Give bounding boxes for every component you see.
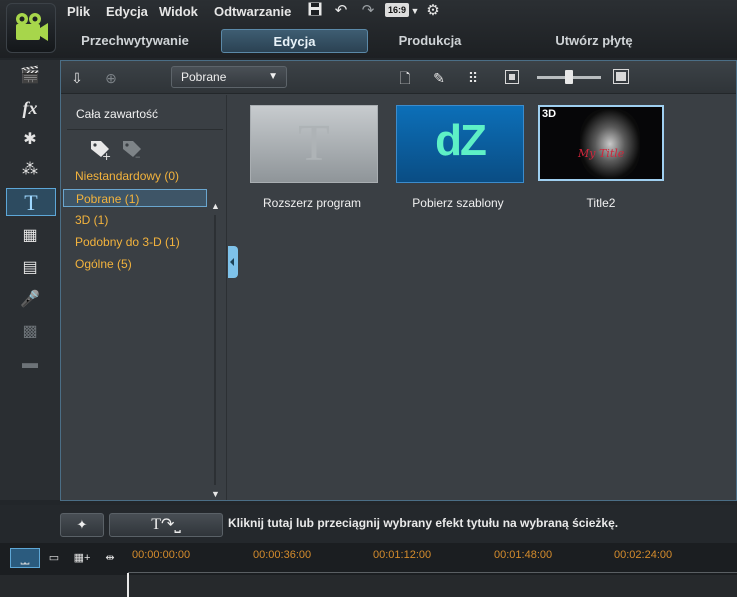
category-custom[interactable]: Niestandardowy (0) [73,167,179,185]
pip-room-icon[interactable]: ✱ [8,126,52,154]
add-title-to-track-button[interactable]: T↷⎵ [109,513,223,537]
edit-icon[interactable]: ✎ [429,68,449,88]
title-t-glyph: T [298,115,330,172]
magic-wand-icon: ✦ [76,517,88,532]
zoom-in-icon[interactable] [613,69,629,84]
title-room-icon[interactable]: T [6,188,56,216]
microphone-icon[interactable]: 🎤 [8,286,52,314]
storyboard-view-icon[interactable]: ▭ [44,548,64,568]
3d-badge: 3D [542,108,557,120]
menu-odtwarzanie[interactable]: Odtwarzanie [214,3,291,21]
dropdown-value: Pobrane [181,70,227,84]
thumbnail-label: Rozszerz program [262,196,362,210]
title-to-track-icon: T↷⎵ [151,516,181,533]
thumbnail-image [580,109,640,179]
add-tag-icon[interactable]: + [87,137,111,161]
new-file-icon[interactable]: 🗋 [395,68,415,88]
gear-icon[interactable]: ⚙ [424,2,442,20]
divider [67,129,223,130]
fit-timeline-icon[interactable]: ⇹ [100,548,120,568]
menu-plik[interactable]: Plik [67,3,90,21]
category-scrollbar[interactable] [214,215,216,485]
timeline-tools: ⎵⎵ ▭ ▦+ ⇹ [8,548,126,570]
svg-text:+: + [102,150,111,161]
bottom-action-bar: ✦ T↷⎵ Kliknij tutaj lub przeciągnij wybr… [0,505,737,543]
media-room-icon[interactable]: 🎬 [8,62,52,90]
room-icon-strip: 🎬 fx ✱ ⁂ T ▦ ▤ 🎤 ▩ ▬ [0,60,60,500]
chevron-down-icon[interactable]: ▼ [406,2,424,20]
menu-widok[interactable]: Widok [159,3,198,21]
transition-room-icon[interactable]: ▦ [8,222,52,250]
magic-title-button[interactable]: ✦ [60,513,104,537]
timecode-tick: 00:00:36:00 [253,549,312,561]
category-list: Cała zawartość + – Niestandardowy (0) Po… [61,95,227,500]
timecode-tick: 00:01:12:00 [373,549,432,561]
title-thumbnail-extend[interactable]: T [250,105,378,183]
grid-view-icon[interactable]: ⠿ [463,68,483,88]
category-3d-like[interactable]: Podobny do 3-D (1) [73,233,180,251]
playhead[interactable] [127,573,129,597]
zoom-out-icon[interactable] [505,70,519,84]
title-thumbnail-title2[interactable]: 3D My Title [538,105,664,181]
timeline-track[interactable] [0,575,737,597]
tab-create-disc[interactable]: Utwórz płytę [535,29,653,53]
menu-edycja[interactable]: Edycja [106,3,148,21]
scroll-up-icon[interactable]: ▲ [211,201,220,211]
zoom-slider-handle[interactable] [565,70,573,84]
thumbnail-label: Title2 [586,196,616,210]
thumbnail-label: Pobierz szablony [412,196,504,210]
category-3d[interactable]: 3D (1) [73,211,108,229]
timecode-tick: 00:01:48:00 [494,549,553,561]
thumbnail-caption: My Title [578,147,625,160]
tab-capture[interactable]: Przechwytywanie [70,29,200,53]
timecode-tick: 00:02:24:00 [614,549,673,561]
particle-room-icon[interactable]: ⁂ [8,156,52,184]
timecode-tick: 00:00:00:00 [132,549,191,561]
app-logo-icon[interactable] [6,3,56,53]
video-editor-window: Plik Edycja Widok Odtwarzanie ↶ ↷ 16:9 ▼… [0,0,737,597]
undo-icon[interactable]: ↶ [332,2,350,20]
timeline-ruler[interactable] [128,565,737,573]
dz-logo: dZ [435,116,487,165]
timeline-view-icon[interactable]: ⎵⎵ [10,548,40,568]
category-downloaded[interactable]: Pobrane (1) [63,189,207,207]
collapse-panel-handle[interactable] [228,246,238,278]
globe-icon[interactable]: ⊕ [101,68,121,88]
all-content-header[interactable]: Cała zawartość [76,107,158,121]
import-icon[interactable]: ⇩ [67,68,87,88]
tab-produce[interactable]: Produkcja [380,29,480,53]
remove-tag-icon[interactable]: – [119,137,143,161]
top-bar: Plik Edycja Widok Odtwarzanie ↶ ↷ 16:9 ▼… [0,0,737,58]
tab-edit[interactable]: Edycja [221,29,368,53]
redo-icon[interactable]: ↷ [359,2,377,20]
category-general[interactable]: Ogólne (5) [73,255,132,273]
hint-text: Kliknij tutaj lub przeciągnij wybrany ef… [228,516,619,530]
scroll-down-icon[interactable]: ▼ [211,489,220,499]
save-icon[interactable] [306,2,324,20]
add-track-icon[interactable]: ▦+ [70,548,94,568]
chapter-room-icon[interactable]: ▩ [8,318,52,346]
library-toolbar: ⇩ ⊕ Pobrane ▼ 🗋 ✎ ⠿ [61,61,736,94]
audio-mixing-icon[interactable]: ▤ [8,254,52,282]
fx-room-icon[interactable]: fx [8,94,52,122]
chevron-down-icon: ▼ [268,71,278,82]
subtitle-room-icon[interactable]: ▬ [8,350,52,378]
category-dropdown[interactable]: Pobrane ▼ [171,66,287,88]
svg-text:–: – [135,150,141,161]
title-thumbnail-download[interactable]: dZ [396,105,524,183]
timeline: ⎵⎵ ▭ ▦+ ⇹ 00:00:00:00 00:00:36:00 00:01:… [0,543,737,597]
